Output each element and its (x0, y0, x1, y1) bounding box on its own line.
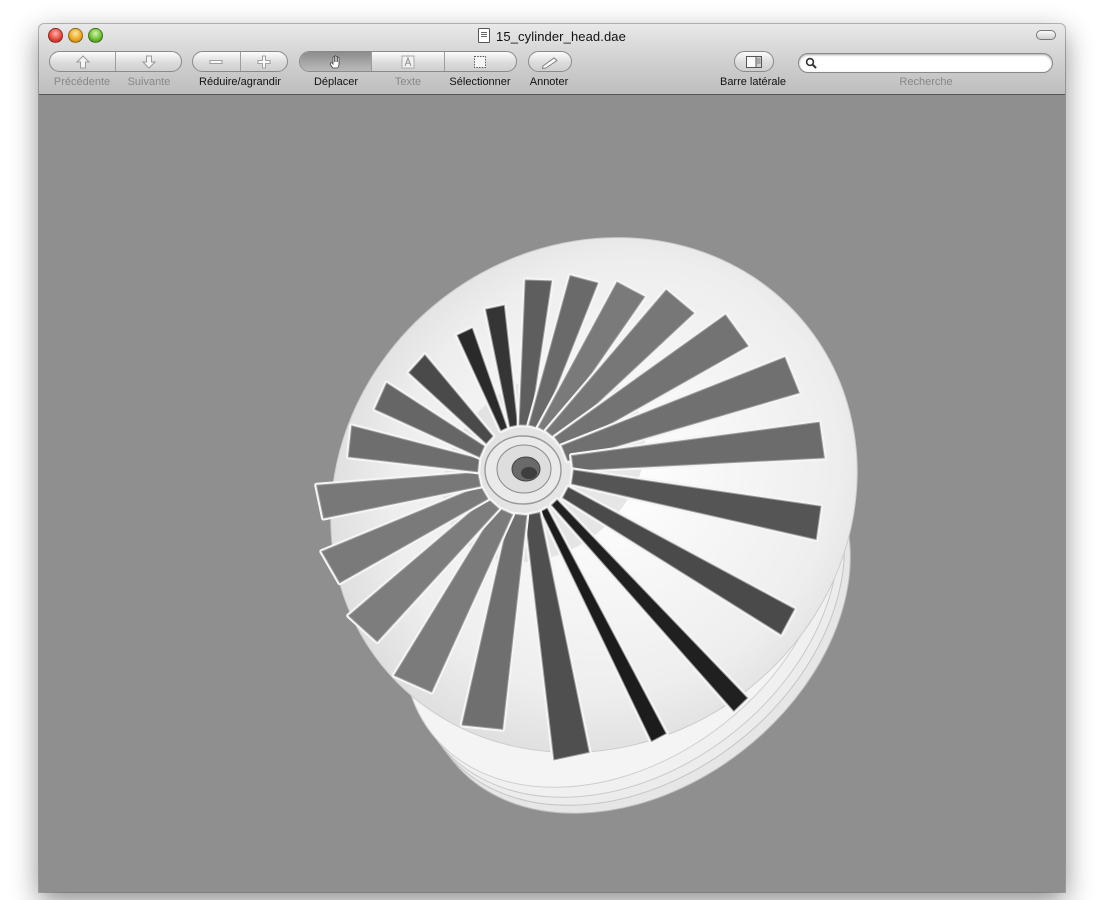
select-tool-button[interactable] (443, 52, 516, 71)
sidebar-button[interactable] (734, 51, 774, 72)
text-cursor-icon (401, 55, 415, 68)
next-button[interactable] (115, 52, 181, 71)
sidebar-label: Barre latérale (719, 76, 787, 88)
select-label: Sélectionner (449, 76, 511, 88)
move-label: Déplacer (313, 76, 359, 88)
sidebar-icon (746, 55, 762, 68)
search-input[interactable] (821, 55, 1047, 71)
tool-selector (299, 51, 517, 72)
page-navigation-control (49, 51, 182, 72)
window-title-text: 15_cylinder_head.dae (496, 29, 626, 44)
magnifier-icon (805, 57, 817, 69)
model-hub (484, 435, 562, 505)
annotate-label: Annoter (529, 76, 569, 88)
model-viewport[interactable] (39, 95, 1065, 892)
arrow-down-icon (141, 55, 156, 69)
text-label: Texte (394, 76, 422, 88)
annotate-button[interactable] (528, 51, 572, 72)
plus-icon (257, 55, 271, 68)
toolbar: 15_cylinder_head.dae Précédente Suivante (39, 24, 1065, 95)
document-icon (478, 28, 491, 43)
minus-icon (209, 59, 223, 64)
zoom-out-button[interactable] (193, 52, 240, 71)
previous-button[interactable] (50, 52, 115, 71)
zoom-control (192, 51, 288, 72)
pencil-icon (541, 56, 558, 69)
annotate-icon-holder (529, 52, 571, 71)
move-tool-button[interactable] (300, 52, 372, 71)
cylinder-head-model[interactable] (39, 95, 1065, 892)
text-tool-button[interactable] (371, 52, 443, 71)
hand-icon (329, 54, 340, 68)
preview-window: 15_cylinder_head.dae Précédente Suivante (39, 24, 1065, 892)
window-title: 15_cylinder_head.dae (39, 28, 1065, 44)
zoom-in-button[interactable] (239, 52, 288, 71)
previous-label: Précédente (53, 76, 111, 88)
search-label: Recherche (899, 76, 953, 88)
next-label: Suivante (127, 76, 171, 88)
sidebar-icon-holder (735, 52, 773, 71)
zoom-label: Réduire/agrandir (199, 76, 281, 88)
toolbar-toggle-button[interactable] (1036, 30, 1056, 40)
search-field[interactable] (798, 53, 1053, 73)
arrow-up-icon (75, 54, 90, 68)
marquee-icon (474, 55, 487, 68)
